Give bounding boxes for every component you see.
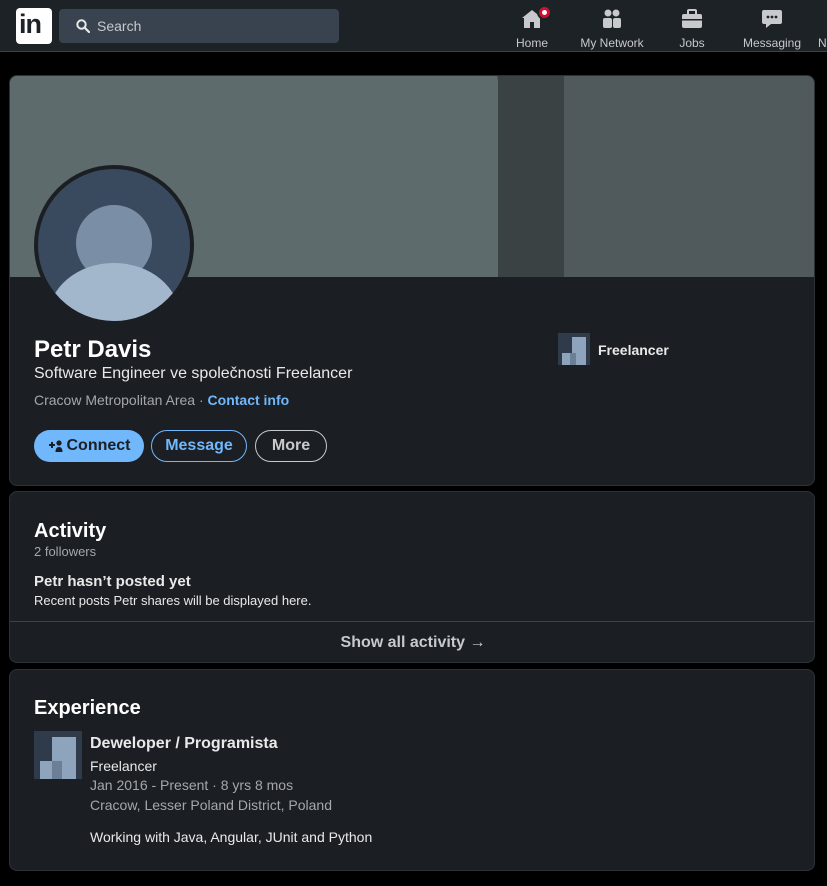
company-logo [558,333,590,365]
no-posts-subtitle: Recent posts Petr shares will be display… [34,593,312,608]
message-button[interactable]: Message [151,430,247,462]
activity-title: Activity [34,520,107,542]
experience-company: Freelancer [90,758,157,774]
nav-jobs-label: Jobs [679,36,705,50]
people-icon [600,7,624,31]
experience-position: Deweloper / Programista [90,735,278,752]
chat-icon [760,7,784,31]
nav-jobs[interactable]: Jobs [668,4,716,50]
profile-headline: Software Engineer ve společnosti Freelan… [34,365,353,382]
search-box[interactable] [59,9,339,43]
bell-icon [815,7,827,31]
no-posts-title: Petr hasn’t posted yet [34,573,191,590]
linkedin-logo-text: in [19,9,42,39]
profile-location-line: Cracow Metropolitan Area · Contact info [34,392,289,408]
contact-info-link[interactable]: Contact info [208,392,290,408]
experience-title: Experience [34,697,141,719]
experience-dates: Jan 2016 - Present · 8 yrs 8 mos [90,777,294,793]
add-person-icon [48,440,62,452]
nav-messaging[interactable]: Messaging [738,4,806,50]
connect-button[interactable]: Connect [34,430,144,462]
company-name: Freelancer [598,342,669,358]
avatar-body [48,263,180,321]
briefcase-icon [680,7,704,31]
experience-location: Cracow, Lesser Poland District, Poland [90,797,332,813]
message-label: Message [165,437,233,454]
location-separator: · [195,392,208,408]
profile-avatar[interactable] [34,165,194,325]
nav-my-network-label: My Network [580,36,644,50]
nav-messaging-label: Messaging [742,36,802,50]
nav-home-label: Home [515,36,548,50]
experience-description: Working with Java, Angular, JUnit and Py… [90,829,373,845]
followers-count[interactable]: 2 followers [34,544,96,559]
nav-notifications[interactable]: N [815,4,827,50]
banner-stripe [498,76,564,277]
nav-notifications-label: N [818,36,827,50]
nav-home[interactable]: Home [508,4,556,50]
experience-company-logo[interactable] [34,731,82,779]
top-nav: in Home My Network Jobs Messaging N [0,0,827,52]
home-icon [520,5,552,31]
connect-label: Connect [66,437,131,454]
profile-location: Cracow Metropolitan Area [34,392,196,408]
search-input[interactable] [97,9,327,43]
show-all-activity-button[interactable]: Show all activity → [10,622,814,662]
notification-badge [537,5,552,20]
profile-name: Petr Davis [34,336,152,363]
linkedin-logo[interactable]: in [16,8,52,44]
profile-card: Petr Davis Software Engineer ve společno… [9,75,815,486]
nav-my-network[interactable]: My Network [576,4,648,50]
experience-card: Experience Deweloper / Programista Freel… [9,669,815,871]
search-icon [76,19,90,33]
activity-card: Activity 2 followers Petr hasn’t posted … [9,491,815,663]
more-label: More [271,437,311,454]
more-button[interactable]: More [255,430,327,462]
